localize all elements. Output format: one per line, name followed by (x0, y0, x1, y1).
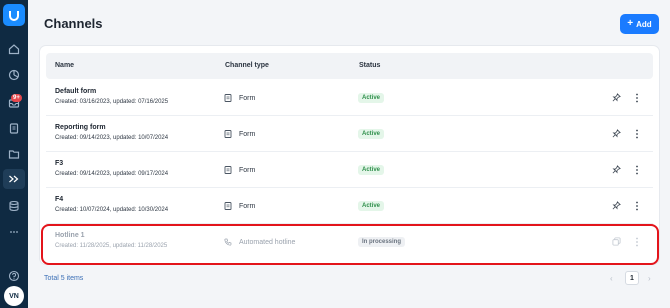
column-header-name[interactable]: Name (55, 62, 74, 69)
form-icon (224, 202, 232, 210)
channel-type: Form (224, 130, 255, 138)
channel-name[interactable]: F4 (55, 196, 63, 203)
channel-type-label: Form (239, 130, 256, 138)
channel-type: Form (224, 94, 255, 102)
channel-dates: Created: 09/14/2023, updated: 09/17/2024 (55, 171, 169, 177)
channel-type: Form (224, 202, 255, 210)
chevron-left-icon[interactable]: ‹ (610, 274, 613, 283)
status-badge: Active (358, 165, 385, 175)
column-header-channel-type[interactable]: Channel type (225, 62, 269, 69)
channel-name[interactable]: Default form (55, 88, 96, 95)
chevron-right-icon[interactable]: › (648, 274, 651, 283)
channel-dates: Created: 10/07/2024, updated: 10/30/2024 (55, 207, 169, 213)
table-header: Name Channel type Status (46, 53, 653, 79)
total-items: Total 5 items (44, 275, 84, 282)
notification-badge: 9+ (11, 94, 22, 102)
avatar[interactable]: VN (4, 286, 24, 306)
status-badge: Active (358, 201, 385, 211)
table-row[interactable]: F4 Created: 10/07/2024, updated: 10/30/2… (46, 188, 653, 224)
add-button[interactable]: + Add (620, 14, 659, 34)
channel-dates: Created: 03/16/2023, updated: 07/16/2025 (55, 99, 169, 105)
channel-name[interactable]: F3 (55, 160, 63, 167)
channel-type-label: Form (239, 166, 256, 174)
more-options-icon[interactable] (635, 165, 639, 175)
channel-type-label: Form (239, 94, 256, 102)
clipboard-icon[interactable] (6, 120, 22, 136)
add-button-label: Add (636, 19, 652, 29)
page-title: Channels (44, 16, 103, 31)
channel-type-label: Form (239, 202, 256, 210)
plus-icon: + (627, 18, 634, 29)
pin-icon[interactable] (612, 201, 621, 210)
sidebar: 9+ VN (0, 0, 28, 308)
channel-dates: Created: 09/14/2023, updated: 10/07/2024 (55, 135, 169, 141)
chart-icon[interactable] (6, 67, 22, 83)
form-icon (224, 166, 232, 174)
app-logo[interactable] (3, 4, 25, 26)
folder-icon[interactable] (6, 146, 22, 162)
form-icon (224, 94, 232, 102)
pin-icon[interactable] (612, 129, 621, 138)
table-row[interactable]: Reporting form Created: 09/14/2023, upda… (46, 116, 653, 152)
logo-icon (9, 11, 19, 21)
home-icon[interactable] (6, 41, 22, 57)
channels-icon[interactable] (3, 169, 25, 189)
column-header-status[interactable]: Status (359, 62, 380, 69)
more-icon[interactable] (6, 224, 22, 240)
status-badge: Active (358, 93, 385, 103)
more-options-icon[interactable] (635, 201, 639, 211)
page-number-button[interactable]: 1 (625, 271, 639, 285)
more-options-icon[interactable] (635, 93, 639, 103)
pin-icon[interactable] (612, 165, 621, 174)
status-badge: Active (358, 129, 385, 139)
form-icon (224, 130, 232, 138)
table-row[interactable]: Default form Created: 03/16/2023, update… (46, 80, 653, 116)
help-icon[interactable] (6, 268, 22, 284)
table-row[interactable]: F3 Created: 09/14/2023, updated: 09/17/2… (46, 152, 653, 188)
row-highlight-outline (41, 224, 659, 265)
channel-name[interactable]: Reporting form (55, 124, 106, 131)
database-icon[interactable] (6, 198, 22, 214)
pin-icon[interactable] (612, 93, 621, 102)
more-options-icon[interactable] (635, 129, 639, 139)
channel-type: Form (224, 166, 255, 174)
